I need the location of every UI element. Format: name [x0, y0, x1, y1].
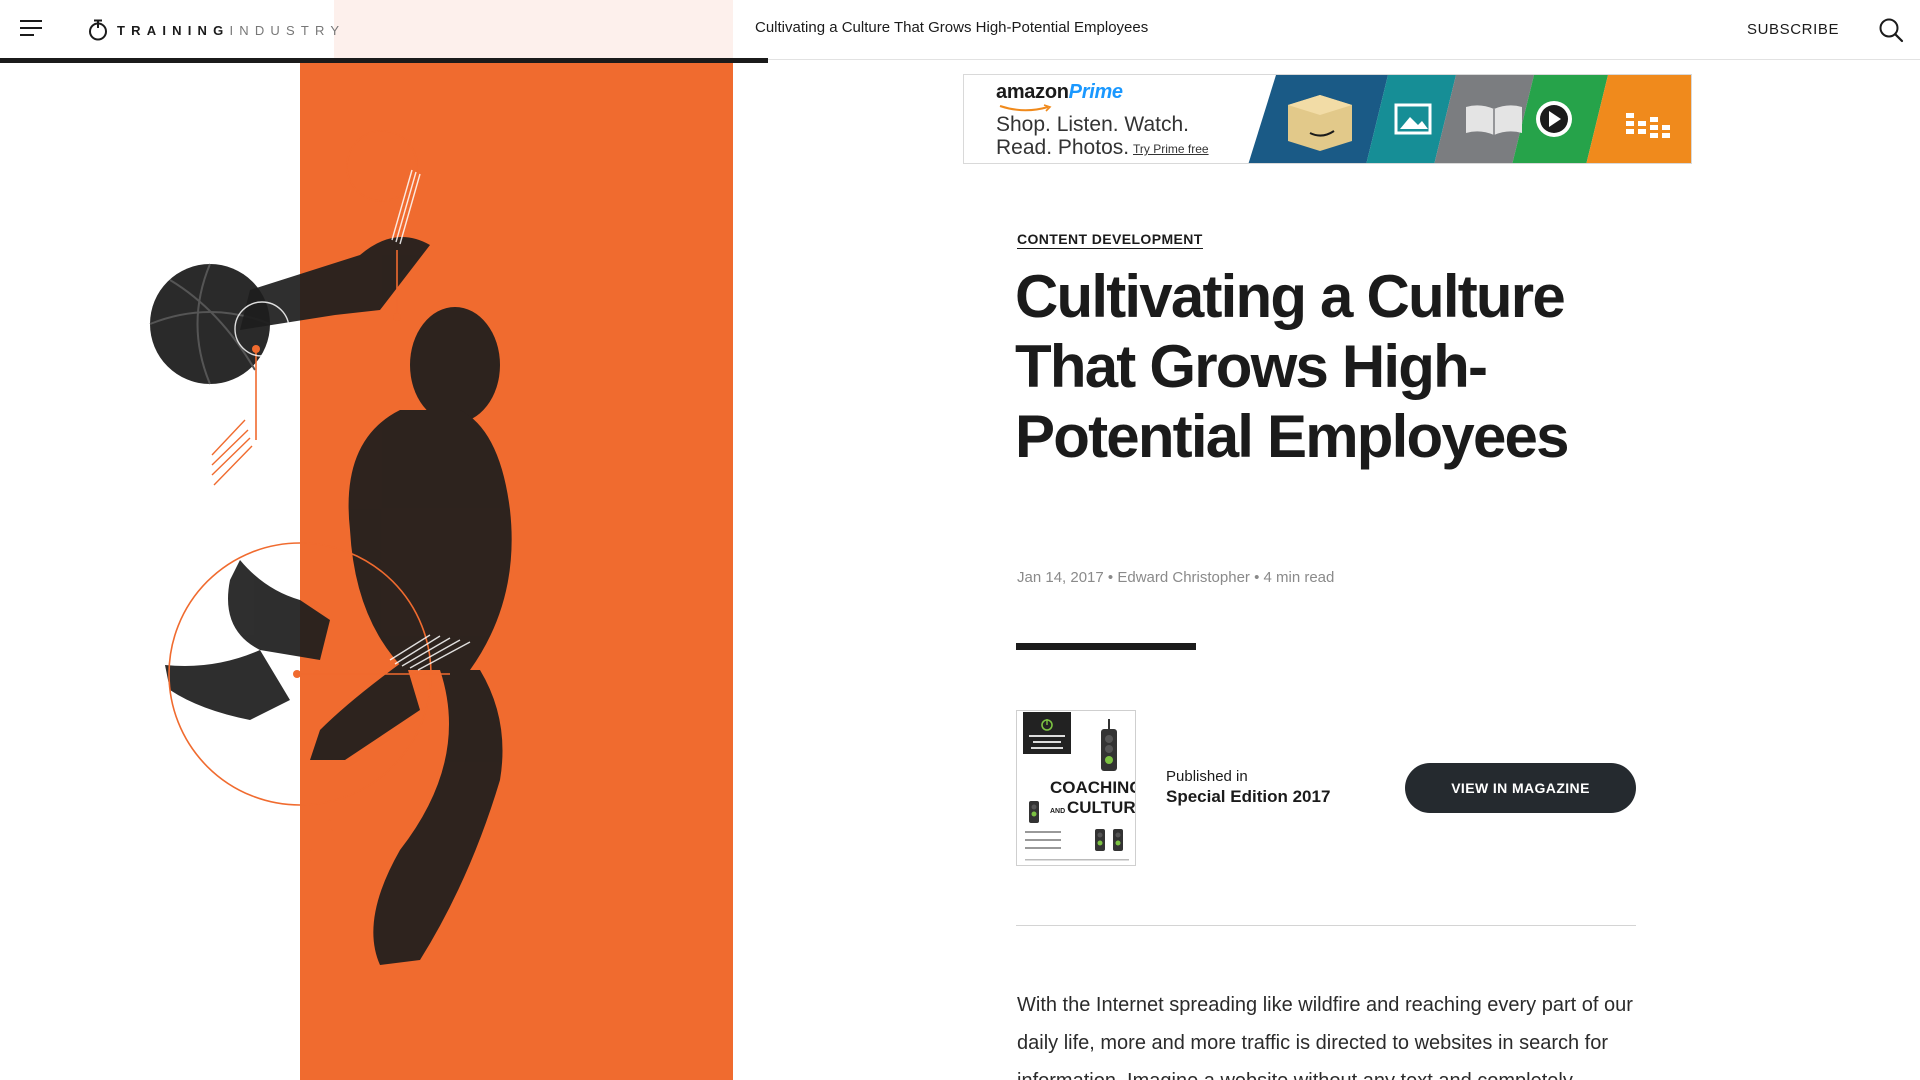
site-logo[interactable]: TRAININGINDUSTRY [88, 17, 345, 43]
header-article-title: Cultivating a Culture That Grows High-Po… [755, 19, 1149, 36]
article-headline: Cultivating a Culture That Grows High-Po… [1015, 263, 1569, 470]
book-icon [1466, 105, 1522, 135]
meta-separator: • [1254, 569, 1264, 586]
reading-progress-bar [0, 58, 768, 63]
section-divider [1016, 643, 1196, 650]
play-icon [1536, 101, 1572, 137]
subscribe-link[interactable]: SUBSCRIBE [1747, 21, 1839, 38]
header-highlight [334, 0, 733, 59]
svg-text:AND: AND [1050, 808, 1065, 815]
ad-tiles [1248, 75, 1691, 163]
read-time: 4 min read [1263, 569, 1335, 586]
meta-separator: • [1107, 569, 1118, 586]
box-icon [1288, 95, 1352, 151]
article-meta: Jan 14, 2017 • Edward Christopher • 4 mi… [1017, 569, 1334, 586]
article-body-paragraph: With the Internet spreading like wildfir… [1017, 994, 1633, 1080]
search-icon[interactable] [1878, 17, 1904, 43]
magazine-edition: Special Edition 2017 [1166, 787, 1331, 806]
ad-tagline-1: Shop. Listen. Watch. [996, 113, 1189, 136]
amazon-smile-icon [999, 104, 1052, 112]
stopwatch-icon [89, 19, 107, 41]
amazon-prime-ad[interactable]: amazonPrime Shop. Listen. Watch. Read. P… [963, 74, 1692, 164]
try-prime-link[interactable]: Try Prime free [1133, 142, 1209, 156]
ad-brand: amazonPrime [996, 81, 1123, 103]
logo-wordmark: TRAININGINDUSTRY [117, 22, 346, 38]
hamburger-icon[interactable] [20, 20, 42, 38]
publish-date: Jan 14, 2017 [1017, 569, 1104, 586]
traffic-light-icon [1101, 719, 1117, 771]
author-link[interactable]: Edward Christopher [1117, 569, 1250, 586]
magazine-cover[interactable]: COACHING AND CULTURE [1016, 710, 1136, 866]
category-link[interactable]: CONTENT DEVELOPMENT [1017, 231, 1203, 249]
hero-image [0, 60, 733, 1080]
published-label: Published in [1166, 768, 1248, 785]
svg-text:CULTURE: CULTURE [1067, 798, 1136, 817]
top-navigation-bar: TRAININGINDUSTRY Cultivating a Culture T… [0, 0, 1920, 60]
content-divider [1016, 925, 1636, 926]
svg-text:COACHING: COACHING [1050, 778, 1136, 797]
ad-tagline-2: Read. Photos. [996, 136, 1130, 159]
view-in-magazine-button[interactable]: VIEW IN MAGAZINE [1405, 763, 1636, 813]
